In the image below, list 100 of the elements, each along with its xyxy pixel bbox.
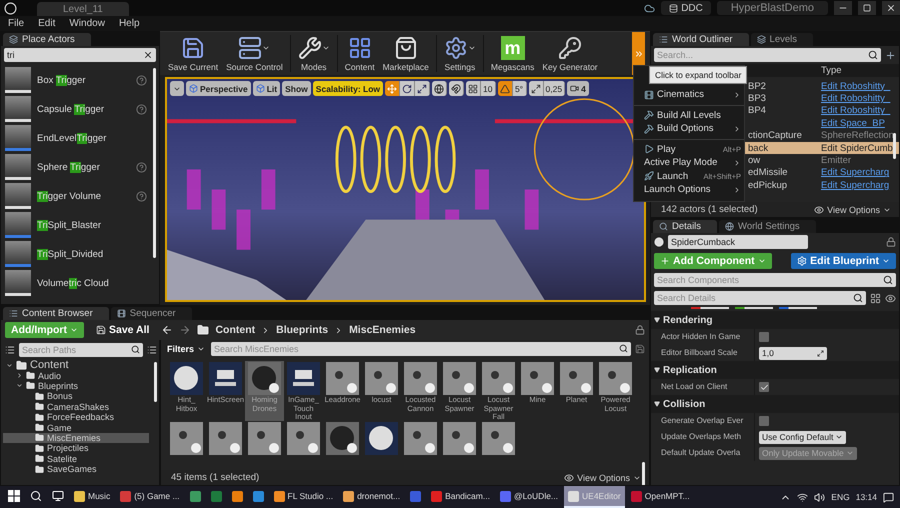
type-link[interactable]: Edit SpiderCumb — [821, 142, 899, 154]
folder-tree-item[interactable]: Bonus — [3, 391, 149, 402]
toolbar-button[interactable]: Save Current — [164, 32, 222, 75]
notifications-icon[interactable] — [883, 492, 894, 502]
close-button[interactable] — [882, 1, 900, 15]
checkbox[interactable] — [759, 382, 769, 392]
folder-tree-item[interactable]: Game — [3, 422, 149, 433]
search-paths-field[interactable]: Search Paths — [19, 343, 143, 357]
taskbar-app[interactable]: Music — [70, 486, 114, 508]
lit-button[interactable]: Lit — [252, 81, 280, 96]
asset-tile[interactable] — [284, 421, 323, 455]
transform-mode-button[interactable] — [400, 81, 416, 96]
panel-tab[interactable]: Levels — [750, 33, 814, 46]
folder-tree-item[interactable]: Satelite — [3, 454, 149, 464]
help-icon[interactable] — [136, 104, 147, 114]
world-space-button[interactable] — [432, 81, 448, 96]
scrollbar[interactable] — [153, 68, 156, 258]
toolbar-button[interactable]: Source Control — [222, 32, 287, 75]
scrollbar[interactable] — [154, 362, 157, 402]
asset-tile[interactable] — [440, 421, 479, 455]
add-actor-icon[interactable] — [885, 50, 896, 60]
taskbar-app[interactable]: Bandicam... — [427, 486, 494, 508]
network-icon[interactable] — [797, 492, 808, 502]
language-indicator[interactable]: ENG — [831, 492, 850, 502]
search-details-field[interactable]: Search Details — [654, 291, 866, 305]
type-link[interactable]: Edit Supercharg — [821, 180, 899, 191]
menu-item[interactable]: Cinematics — [634, 88, 744, 102]
actor-name[interactable]: TriSplit_Blaster — [37, 220, 147, 230]
checkbox[interactable] — [759, 332, 769, 342]
actor-name[interactable]: TriSplit_Divided — [37, 248, 147, 260]
property-matrix-icon[interactable] — [870, 292, 881, 304]
viewport-options-button[interactable] — [170, 81, 184, 96]
breadcrumb-item[interactable]: MiscEnemies — [349, 324, 416, 336]
folder-tree-item[interactable]: Blueprints — [3, 380, 149, 392]
list-icon[interactable] — [147, 345, 157, 355]
dropdown[interactable]: Use Config Default — [759, 430, 846, 444]
actor-name[interactable]: Box Trigger — [37, 74, 130, 86]
folder-tree-item[interactable]: SaveGames — [3, 464, 149, 474]
snap-value[interactable]: 5° — [512, 81, 527, 96]
help-icon[interactable] — [136, 190, 147, 202]
taskbar-app[interactable]: FL Studio ... — [270, 486, 338, 508]
snap-toggle[interactable] — [498, 81, 513, 96]
scalability-button[interactable]: Scalability: Low — [312, 81, 384, 96]
panel-tab[interactable]: World Settings — [719, 220, 816, 233]
search-components-field[interactable]: Search Components — [654, 273, 896, 287]
asset-tile[interactable] — [245, 421, 284, 455]
clock[interactable]: 13:14 — [856, 492, 877, 502]
menu-item[interactable]: Help — [118, 18, 140, 29]
snap-value[interactable]: 10 — [481, 81, 496, 96]
filters-button[interactable]: Filters — [165, 342, 208, 356]
transform-mode-button[interactable] — [415, 81, 430, 96]
number-field[interactable]: 1,0 — [759, 346, 827, 360]
asset-tile[interactable] — [323, 421, 362, 455]
section-header[interactable]: Collision — [651, 395, 899, 413]
menu-item[interactable]: File — [8, 18, 24, 29]
actor-name[interactable]: Trigger Volume — [37, 190, 130, 202]
toolbar-button[interactable]: m Megascans — [486, 32, 538, 75]
asset-tile[interactable] — [167, 421, 206, 455]
transform-mode-button[interactable] — [385, 81, 400, 96]
toolbar-button[interactable]: Content — [340, 32, 379, 75]
search-field[interactable]: tri — [4, 48, 156, 62]
panel-tab[interactable]: World Outliner — [653, 33, 749, 46]
forward-icon[interactable] — [179, 324, 192, 336]
snap-toggle[interactable] — [528, 81, 544, 96]
section-header[interactable]: Replication — [651, 361, 899, 379]
edit-blueprint-button[interactable]: Edit Blueprint — [791, 253, 896, 269]
scrollbar[interactable] — [893, 133, 896, 159]
type-link[interactable]: Edit Roboshitty_ — [821, 80, 899, 92]
perspective-button[interactable]: Perspective — [186, 81, 251, 96]
folder-tree-item[interactable]: Projectiles — [3, 443, 149, 454]
menu-item[interactable]: Build Options — [634, 122, 744, 136]
ddc-button[interactable]: DDC — [661, 1, 711, 15]
minimize-button[interactable] — [834, 1, 852, 15]
menu-item[interactable]: Build All Levels — [634, 108, 744, 122]
taskbar-app[interactable]: (5) Game ... — [116, 486, 184, 508]
type-link[interactable]: Edit Roboshitty_ — [821, 93, 899, 104]
taskbar-app[interactable]: OpenMPT... — [626, 486, 694, 508]
lock-icon[interactable] — [886, 237, 896, 247]
checkbox[interactable] — [759, 416, 769, 426]
name-field[interactable]: SpiderCumback — [668, 235, 808, 249]
view-options-button[interactable]: View Options — [564, 472, 641, 482]
search-field[interactable]: Search MiscEnemies — [211, 342, 631, 356]
folder-tree-item[interactable]: CameraShakes — [3, 402, 149, 412]
type-link[interactable]: Edit Space_BP — [821, 118, 899, 129]
asset-tile[interactable] — [401, 421, 440, 455]
level-tab[interactable]: Level_11 — [37, 2, 129, 16]
asset-tile[interactable] — [206, 421, 245, 455]
panel-tab[interactable]: Details — [653, 220, 718, 233]
snap-value[interactable]: 0,25 — [544, 81, 566, 96]
camera-speed-button[interactable]: 4 — [567, 81, 589, 96]
snap-toggle[interactable] — [466, 81, 482, 96]
asset-tile[interactable] — [479, 421, 518, 455]
eye-icon[interactable] — [885, 292, 896, 304]
folder-tree-item[interactable]: MiscEnemies — [3, 432, 149, 444]
place-actors-tab[interactable]: Place Actors — [3, 33, 91, 46]
actor-name[interactable]: Sphere Trigger — [37, 162, 130, 172]
panel-tab[interactable]: Sequencer — [110, 307, 192, 320]
section-header[interactable]: Rendering — [651, 311, 899, 329]
taskbar-app[interactable]: dronemot... — [339, 486, 404, 508]
toolbar-button[interactable]: Marketplace — [378, 32, 433, 75]
